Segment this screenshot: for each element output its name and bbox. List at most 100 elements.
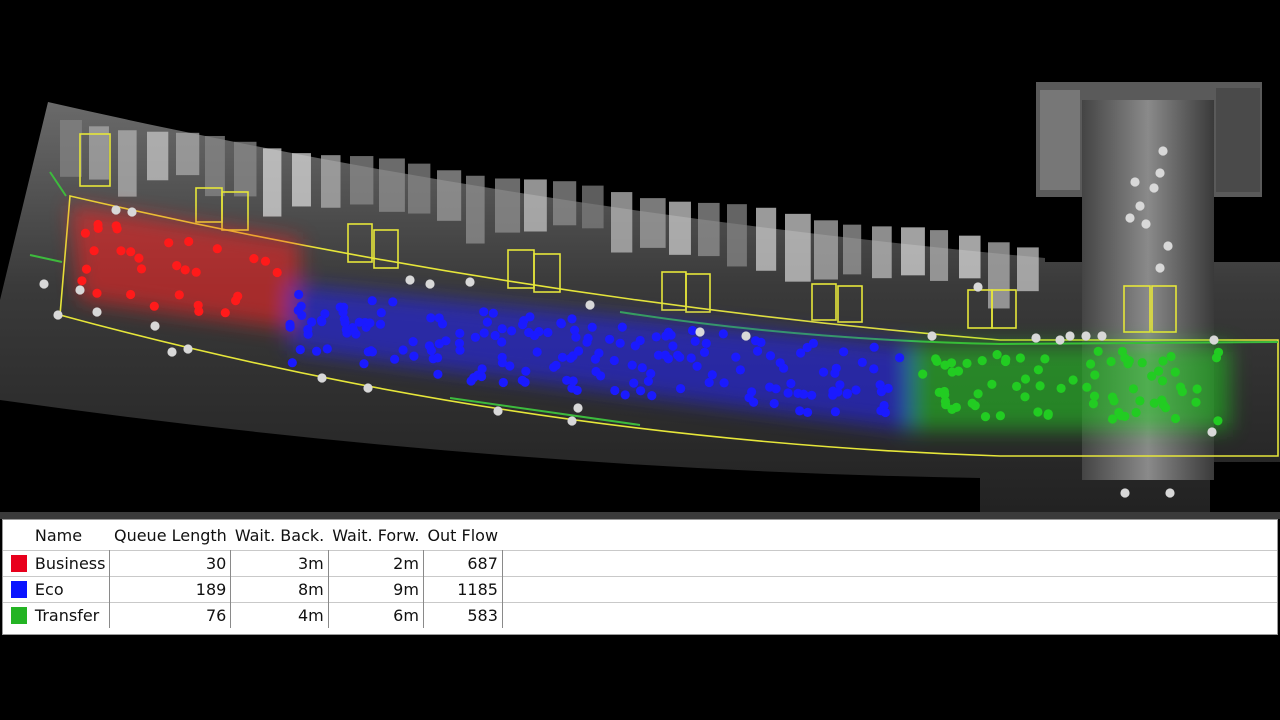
passenger-dot — [260, 256, 271, 266]
passenger-dot — [1209, 335, 1219, 345]
column-header-wait-forw[interactable]: Wait. Forw. — [328, 520, 424, 551]
passenger-dot — [690, 336, 700, 346]
passenger-dot — [1040, 354, 1050, 364]
passenger-dot — [1149, 183, 1159, 193]
transfer-color-swatch — [11, 607, 27, 624]
passenger-dot — [995, 411, 1006, 421]
passenger-dot — [398, 345, 408, 355]
passenger-dot — [191, 267, 201, 277]
passenger-dot — [987, 379, 997, 389]
passenger-dot — [1170, 367, 1180, 377]
passenger-dot — [556, 319, 567, 329]
passenger-dot — [701, 338, 711, 348]
passenger-dot — [992, 350, 1002, 360]
column-header-wait-back[interactable]: Wait. Back. — [230, 520, 329, 551]
passenger-dot — [803, 407, 813, 417]
column-header-queue-length[interactable]: Queue Length — [109, 520, 231, 551]
passenger-dot — [77, 276, 87, 286]
counter-block — [263, 148, 282, 217]
passenger-dot — [783, 388, 793, 398]
passenger-dot — [497, 358, 507, 368]
passenger-dot — [707, 370, 717, 380]
passenger-dot — [1020, 374, 1031, 384]
counter-block — [321, 155, 341, 208]
passenger-dot — [249, 254, 259, 264]
counter-block — [118, 130, 137, 197]
passenger-dot — [1141, 219, 1151, 229]
passenger-dot — [212, 244, 222, 254]
passenger-dot — [1163, 241, 1173, 251]
passenger-dot — [455, 328, 465, 338]
passenger-dot — [1117, 346, 1127, 357]
counter-block — [379, 158, 405, 212]
passenger-dot — [376, 308, 386, 318]
passenger-dot — [149, 301, 159, 311]
passenger-dot — [194, 306, 204, 316]
passenger-dot — [567, 314, 577, 324]
passenger-dot — [543, 327, 553, 338]
passenger-dot — [931, 354, 941, 364]
passenger-dot — [676, 384, 686, 394]
passenger-dot — [1130, 177, 1140, 187]
table-row[interactable]: Transfer 76 4m 6m 583 — [3, 602, 1277, 628]
column-header-out-flow[interactable]: Out Flow — [423, 520, 503, 551]
passenger-dot — [1191, 397, 1201, 407]
passenger-dot — [365, 318, 375, 328]
passenger-dot — [322, 344, 332, 354]
passenger-dot — [408, 337, 418, 347]
passenger-dot — [285, 319, 295, 329]
passenger-dot — [1090, 370, 1100, 380]
passenger-dot — [53, 310, 63, 320]
passenger-dot — [617, 322, 627, 332]
passenger-dot — [183, 344, 193, 354]
table-header-row: Name Queue Length Wait. Back. Wait. Forw… — [3, 520, 1277, 551]
passenger-dot — [977, 356, 987, 366]
passenger-dot — [375, 319, 386, 329]
passenger-dot — [549, 362, 559, 372]
passenger-dot — [1170, 413, 1181, 424]
passenger-dot — [651, 332, 661, 342]
passenger-dot — [89, 246, 99, 256]
passenger-dot — [1207, 427, 1217, 437]
table-row[interactable]: Business 30 3m 2m 687 — [3, 550, 1277, 577]
wait-forw-cell: 6m — [328, 602, 424, 628]
panel-divider — [0, 512, 1280, 519]
passenger-dot — [126, 247, 136, 257]
counter-block — [176, 132, 200, 176]
column-header-name[interactable]: Name — [34, 520, 110, 551]
passenger-dot — [610, 385, 620, 396]
passenger-dot — [1124, 356, 1134, 366]
passenger-dot — [497, 337, 507, 347]
counter-block — [234, 141, 257, 197]
passenger-dot — [731, 352, 741, 362]
counter-block — [408, 163, 431, 214]
passenger-dot — [296, 301, 306, 311]
out-flow-cell: 1185 — [423, 576, 503, 603]
passenger-dot — [946, 358, 957, 368]
passenger-dot — [869, 342, 879, 352]
passenger-dot — [1166, 351, 1176, 362]
passenger-dot — [335, 302, 345, 312]
queue-statistics-table: Name Queue Length Wait. Back. Wait. Forw… — [3, 520, 1277, 628]
passenger-dot — [609, 355, 619, 366]
passenger-dot — [1035, 381, 1045, 391]
passenger-dot — [765, 351, 776, 361]
passenger-dot — [167, 347, 177, 357]
passenger-dot — [303, 329, 313, 339]
passenger-dot — [497, 324, 507, 334]
passenger-dot — [735, 365, 746, 375]
passenger-dot — [1135, 396, 1145, 406]
passenger-dot — [1065, 331, 1075, 341]
passenger-dot — [479, 307, 489, 317]
passenger-dot — [1097, 331, 1107, 341]
passenger-dot — [941, 400, 951, 410]
passenger-dot — [627, 360, 637, 370]
counter-block — [669, 201, 691, 255]
passenger-dot — [272, 267, 282, 278]
counter-block — [553, 181, 577, 226]
passenger-dot — [699, 347, 710, 357]
counter-block — [524, 179, 547, 232]
table-row[interactable]: Eco 189 8m 9m 1185 — [3, 576, 1277, 603]
passenger-dot — [918, 369, 928, 379]
passenger-dot — [81, 264, 92, 274]
